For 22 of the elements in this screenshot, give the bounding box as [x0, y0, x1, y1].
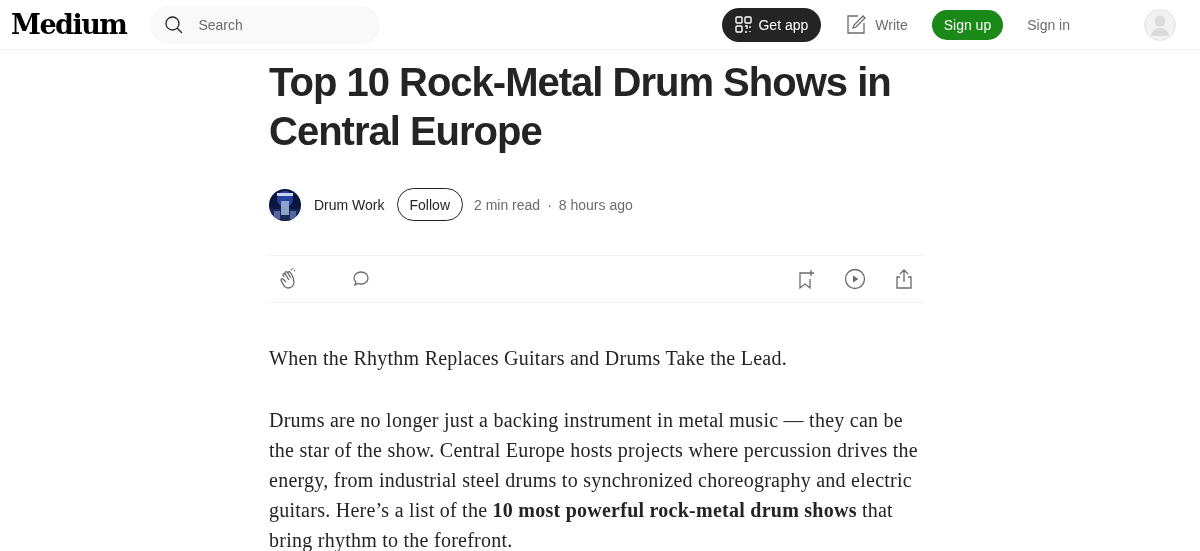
article-paragraph: Drums are no longer just a backing instrument in metal music — they can be the star of the show. Central Europe hosts projects where percussion drives the energy, from industrial steel drums to synchronized choreography and electric guitars. Here’s a list of the 10 most powerful rock-metal drum shows that bring rhythm to the forefront. [269, 408, 919, 551]
follow-button[interactable]: Follow [396, 188, 463, 221]
article-title: Top 10 Rock-Metal Drum Shows in Central Europe [269, 59, 892, 155]
play-icon[interactable] [844, 268, 866, 290]
share-icon[interactable] [894, 268, 914, 290]
search-icon [164, 14, 185, 35]
article-paragraph: When the Rhythm Replaces Guitars and Drums Take the Lead. [269, 346, 788, 372]
get-app-button[interactable]: Get app [722, 7, 822, 42]
search-bar[interactable]: Search [150, 5, 381, 44]
post-time: 8 hours ago [558, 196, 633, 213]
comment-icon[interactable] [351, 269, 371, 289]
qr-code-icon [735, 16, 753, 33]
write-button[interactable]: Write [845, 13, 908, 36]
sign-up-button[interactable]: Sign up [931, 9, 1004, 40]
author-name[interactable]: Drum Work [314, 196, 385, 213]
separator: · [547, 196, 552, 213]
medium-logo[interactable]: Medium [11, 9, 127, 40]
bookmark-add-icon[interactable] [796, 268, 816, 290]
sign-in-link[interactable]: Sign in [1027, 16, 1070, 33]
search-field[interactable]: Search [196, 15, 382, 34]
read-time: 2 min read [474, 196, 541, 213]
pencil-icon [845, 13, 868, 36]
